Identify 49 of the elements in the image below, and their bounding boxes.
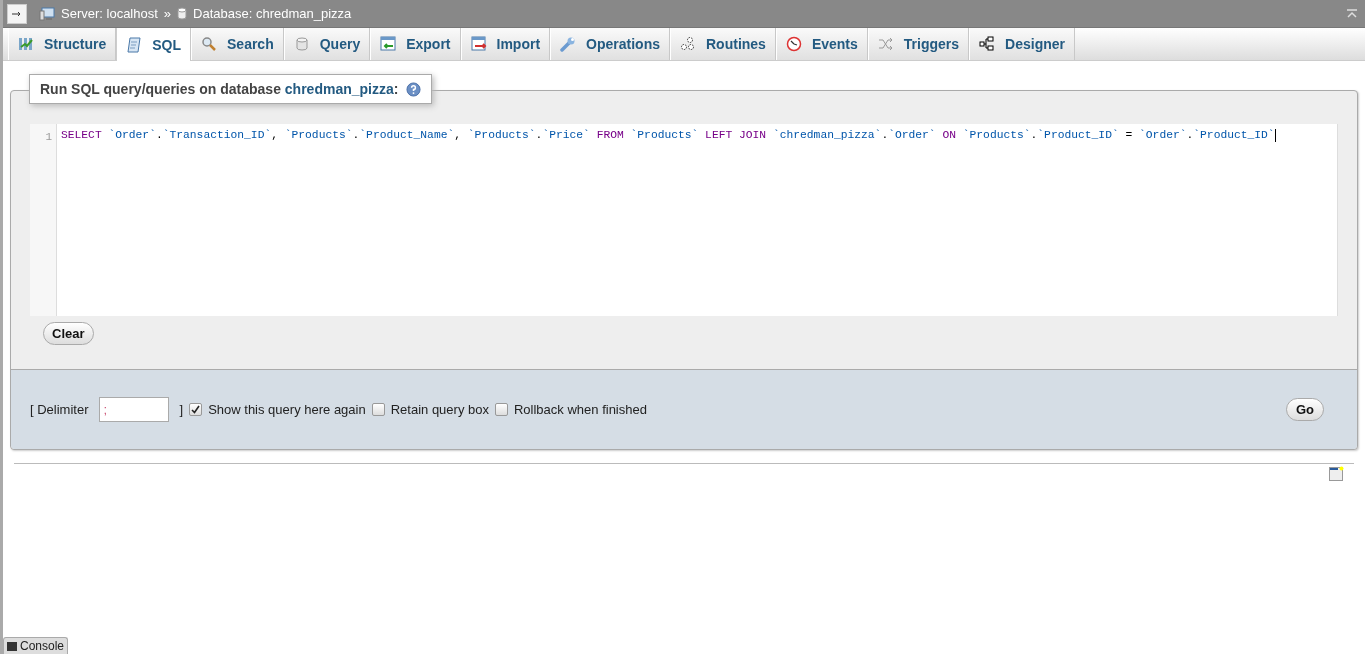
nav-tab[interactable]: Structure: [8, 28, 117, 60]
nav-tab[interactable]: Designer: [969, 28, 1075, 60]
bracket-text: ]: [179, 402, 184, 417]
import-icon: [470, 36, 487, 52]
collapse-icon[interactable]: [1347, 9, 1357, 18]
search-icon: [201, 36, 217, 52]
nav-tab[interactable]: Events: [775, 28, 868, 60]
nav-tab[interactable]: Search: [191, 28, 284, 60]
breadcrumb-separator: »: [163, 6, 172, 21]
nav-tab[interactable]: SQL: [116, 28, 191, 61]
terminal-icon: [7, 641, 17, 651]
database-link[interactable]: Database: chredman_pizza: [193, 6, 352, 21]
checkbox[interactable]: [371, 403, 385, 416]
shuffle-icon: [877, 36, 894, 52]
help-icon[interactable]: [406, 81, 422, 97]
nav-tab[interactable]: Import: [460, 28, 551, 60]
cylinder-icon: [293, 36, 310, 52]
arrow-icon: [12, 10, 22, 17]
export-icon: [380, 36, 397, 52]
legend-text: Run SQL query/queries on database chredman_pizza:: [40, 81, 399, 97]
diagram-icon: [979, 36, 996, 52]
delimiter-field[interactable]: ;: [98, 397, 169, 422]
wrench-icon: [560, 36, 577, 52]
sql-code: SELECT `Order`.`Transaction_ID`, `Products`.`Product_Name`, `Products`.`Price` FROM `Products` LEFT JOIN `chredman_pizza`.`Order` ON `Products`.`Product_ID` = `Order`.`Product_ID`: [60, 127, 1276, 144]
line-number: 1: [30, 124, 57, 316]
structure-icon: [18, 36, 34, 52]
checkbox-label[interactable]: Show this query here again: [208, 402, 366, 417]
console-tab[interactable]: Console: [3, 637, 69, 654]
scroll-icon: [126, 36, 143, 53]
checkbox[interactable]: [494, 403, 508, 416]
nav-tab[interactable]: Routines: [670, 28, 776, 60]
nav-tab[interactable]: Query: [283, 28, 371, 60]
nav-tab[interactable]: Triggers: [867, 28, 970, 60]
go-button[interactable]: Go: [1285, 398, 1324, 421]
checkbox-label[interactable]: Retain query box: [390, 402, 489, 417]
clear-button[interactable]: Clear: [43, 322, 94, 345]
collapse-toggle[interactable]: [7, 3, 27, 24]
delimiter-label: [ Delimiter: [30, 402, 89, 417]
checkbox[interactable]: [189, 403, 203, 416]
nav-tab[interactable]: Operations: [550, 28, 670, 60]
cylinder-icon: [177, 7, 188, 20]
nav-tab[interactable]: Export: [370, 28, 461, 60]
window-icon[interactable]: [1329, 466, 1344, 481]
checkbox-label[interactable]: Rollback when finished: [513, 402, 647, 417]
gears-icon: [680, 36, 696, 52]
server-link[interactable]: Server: localhost: [61, 6, 158, 21]
clock-icon: [785, 36, 802, 52]
monitor-icon: [39, 6, 55, 21]
sql-editor[interactable]: 1 SELECT `Order`.`Transaction_ID`, `Products`.`Product_Name`, `Products`.`Price` FROM `Products` LEFT JOIN `chredman_pizza`.`Order` ON `Products`.`Product_ID` = `Order`.`Product_ID`: [30, 124, 1338, 316]
